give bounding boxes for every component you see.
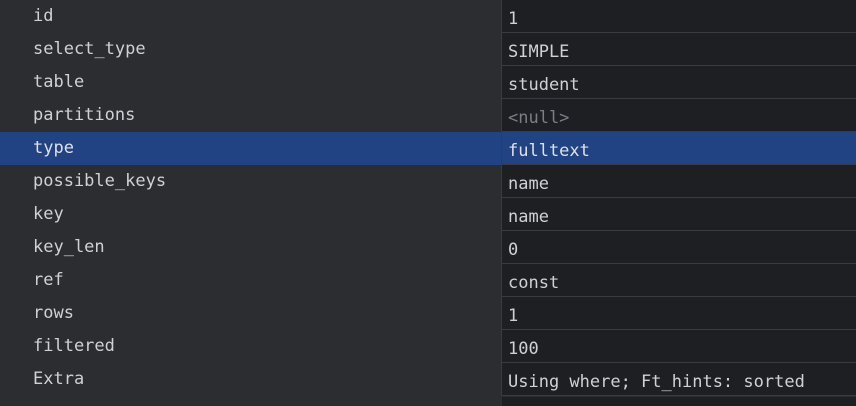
- cell-value[interactable]: const: [502, 264, 856, 297]
- record-row-filtered[interactable]: filtered 100: [0, 330, 856, 363]
- explain-record-grid: id 1 select_type SIMPLE table student pa…: [0, 0, 856, 406]
- column-name: key: [0, 198, 501, 231]
- record-row-id[interactable]: id 1: [0, 0, 856, 33]
- cell-value[interactable]: SIMPLE: [502, 33, 856, 66]
- column-name: ref: [0, 264, 501, 297]
- column-name: table: [0, 66, 501, 99]
- record-row-key-len[interactable]: key_len 0: [0, 231, 856, 264]
- cell-value[interactable]: fulltext: [502, 132, 856, 165]
- record-row-key[interactable]: key name: [0, 198, 856, 231]
- record-row-type-selected[interactable]: type fulltext: [0, 132, 856, 165]
- column-name: select_type: [0, 33, 501, 66]
- record-row-extra[interactable]: Extra Using where; Ft_hints: sorted: [0, 363, 856, 396]
- cell-value[interactable]: student: [502, 66, 856, 99]
- column-name: Extra: [0, 363, 501, 396]
- column-name: possible_keys: [0, 165, 501, 198]
- column-name: id: [0, 0, 501, 33]
- column-name: key_len: [0, 231, 501, 264]
- grid-bottom-filler: [502, 397, 856, 406]
- cell-value[interactable]: 100: [502, 330, 856, 363]
- record-row-rows[interactable]: rows 1: [0, 297, 856, 330]
- column-name: rows: [0, 297, 501, 330]
- column-name: filtered: [0, 330, 501, 363]
- cell-value-null[interactable]: <null>: [502, 99, 856, 132]
- cell-value[interactable]: name: [502, 165, 856, 198]
- cell-value[interactable]: Using where; Ft_hints: sorted: [502, 363, 856, 396]
- column-name: partitions: [0, 99, 501, 132]
- record-row-table[interactable]: table student: [0, 66, 856, 99]
- record-row-possible-keys[interactable]: possible_keys name: [0, 165, 856, 198]
- record-row-select-type[interactable]: select_type SIMPLE: [0, 33, 856, 66]
- cell-value[interactable]: 0: [502, 231, 856, 264]
- cell-value[interactable]: name: [502, 198, 856, 231]
- record-row-partitions[interactable]: partitions <null>: [0, 99, 856, 132]
- cell-value[interactable]: 1: [502, 0, 856, 33]
- record-row-ref[interactable]: ref const: [0, 264, 856, 297]
- grid-bottom-filler: [0, 397, 501, 406]
- column-name: type: [0, 132, 501, 165]
- cell-value[interactable]: 1: [502, 297, 856, 330]
